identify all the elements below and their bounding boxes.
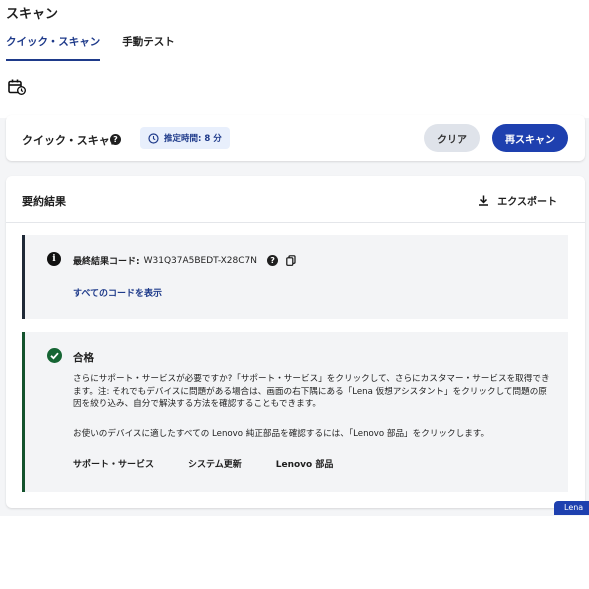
export-button[interactable]: エクスポート <box>478 193 557 208</box>
clock-icon <box>148 132 159 144</box>
support-services-link[interactable]: サポート・サービス <box>73 457 154 470</box>
pass-panel: 合格 さらにサポート・サービスが必要ですか?「サポート・サービス」をクリックして… <box>22 332 568 492</box>
summary-card: 要約結果 エクスポート i 最終結果コード: W31Q37A5BEDT-X28C… <box>6 176 585 508</box>
footer-area <box>0 516 589 589</box>
question-circle-icon[interactable]: ? <box>110 134 121 145</box>
quick-scan-card: クイック・スキャン ? 推定時間: 8 分 クリア 再スキャン <box>6 115 585 161</box>
summary-title: 要約結果 <box>22 195 66 208</box>
tab-bar: クイック・スキャン 手動テスト <box>6 34 175 61</box>
code-label: 最終結果コード: <box>73 257 140 267</box>
code-help-icon[interactable]: ? <box>267 255 279 266</box>
info-icon: i <box>47 252 61 266</box>
tab-manual-test[interactable]: 手動テスト <box>122 34 175 61</box>
export-label: エクスポート <box>497 197 557 208</box>
system-update-link[interactable]: システム更新 <box>188 457 242 470</box>
pass-title: 合格 <box>73 352 94 364</box>
tab-quick-scan[interactable]: クイック・スキャン <box>6 34 101 61</box>
result-code-line: 最終結果コード: W31Q37A5BEDT-X28C7N ? <box>73 254 296 267</box>
page-title: スキャン <box>6 7 59 22</box>
lena-assistant-button[interactable]: Lena <box>554 501 589 515</box>
page: スキャン クイック・スキャン 手動テスト クイック・スキャン ? 推定時間: 8… <box>0 0 589 589</box>
download-icon <box>479 195 489 206</box>
check-circle-icon <box>47 348 62 363</box>
lena-label: Lena <box>564 503 584 512</box>
action-links: サポート・サービス システム更新 Lenovo 部品 <box>73 457 333 470</box>
clear-button[interactable]: クリア <box>424 124 480 152</box>
header-area: スキャン クイック・スキャン 手動テスト <box>0 0 589 118</box>
code-value: W31Q37A5BEDT-X28C7N <box>143 255 258 266</box>
calendar-history-icon[interactable] <box>8 79 26 95</box>
lenovo-parts-link[interactable]: Lenovo 部品 <box>276 457 334 470</box>
copy-icon[interactable] <box>286 255 296 266</box>
parts-description: お使いのデバイスに適したすべての Lenovo 純正部品を確認するには、「Len… <box>73 429 490 439</box>
view-all-codes-link[interactable]: すべてのコードを表示 <box>73 286 162 299</box>
rescan-button[interactable]: 再スキャン <box>492 124 568 152</box>
estimate-badge: 推定時間: 8 分 <box>140 127 230 149</box>
result-code-panel: i 最終結果コード: W31Q37A5BEDT-X28C7N ? すべてのコード… <box>22 235 568 319</box>
estimate-text: 推定時間: 8 分 <box>164 134 222 144</box>
scan-title: クイック・スキャン <box>22 134 121 147</box>
summary-header: 要約結果 エクスポート <box>6 176 585 223</box>
pass-description: さらにサポート・サービスが必要ですか?「サポート・サービス」をクリックして、さら… <box>73 374 550 409</box>
